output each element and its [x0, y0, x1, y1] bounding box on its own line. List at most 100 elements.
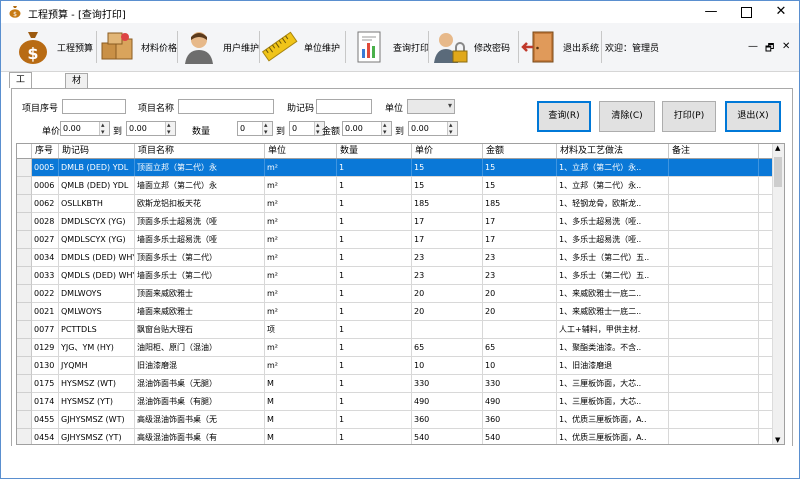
- table-cell[interactable]: 65: [412, 339, 483, 356]
- row-selector[interactable]: [17, 321, 32, 339]
- row-selector[interactable]: [17, 339, 32, 357]
- table-cell[interactable]: 混油饰面书桌（有腿）: [135, 393, 265, 410]
- toolbar-change-password-button[interactable]: 修改密码: [432, 23, 510, 71]
- table-cell[interactable]: [669, 213, 759, 230]
- table-cell[interactable]: 330: [412, 375, 483, 392]
- exit-button[interactable]: 退出(X): [725, 101, 781, 132]
- table-cell[interactable]: [669, 321, 759, 338]
- table-cell[interactable]: m²: [265, 339, 337, 356]
- table-cell[interactable]: m²: [265, 357, 337, 374]
- table-cell[interactable]: 1、来威欧雅士一底二..: [557, 285, 669, 302]
- table-cell[interactable]: JYQMH: [59, 357, 135, 374]
- column-header[interactable]: 备注: [669, 144, 759, 158]
- table-cell[interactable]: [669, 357, 759, 374]
- table-cell[interactable]: 1: [337, 321, 412, 338]
- table-cell[interactable]: [412, 321, 483, 338]
- table-cell[interactable]: 15: [412, 159, 483, 176]
- table-cell[interactable]: 高级混油饰面书桌（有: [135, 429, 265, 444]
- table-cell[interactable]: 17: [483, 213, 557, 230]
- row-selector[interactable]: [17, 303, 32, 321]
- column-header[interactable]: 单位: [265, 144, 337, 158]
- toolbar-material-price-button[interactable]: 材料价格: [99, 23, 177, 71]
- table-row[interactable]: 0175 HYSMSZ (WT) 混油饰面书桌（无腿） M 1 330 330 1、三厘板饰面…: [32, 375, 774, 393]
- row-selector[interactable]: [17, 159, 32, 177]
- table-cell[interactable]: M: [265, 375, 337, 392]
- table-cell[interactable]: 1: [337, 429, 412, 444]
- table-cell[interactable]: 1: [337, 231, 412, 248]
- table-cell[interactable]: 混油饰面书桌（无腿）: [135, 375, 265, 392]
- table-cell[interactable]: 360: [483, 411, 557, 428]
- table-cell[interactable]: 0175: [32, 375, 59, 392]
- spin-arrows-icon[interactable]: [381, 119, 391, 139]
- table-cell[interactable]: [669, 375, 759, 392]
- table-cell[interactable]: m²: [265, 303, 337, 320]
- table-cell[interactable]: 23: [483, 267, 557, 284]
- spin-arrows-icon[interactable]: [262, 119, 272, 139]
- column-header[interactable]: 单价: [412, 144, 483, 158]
- spin-arrows-icon[interactable]: [165, 119, 175, 139]
- table-cell[interactable]: 1: [337, 159, 412, 176]
- table-cell[interactable]: [669, 231, 759, 248]
- row-selector[interactable]: [17, 411, 32, 429]
- table-cell[interactable]: DMLB (DED) YDL: [59, 159, 135, 176]
- table-cell[interactable]: 1、立邦（第二代）永..: [557, 177, 669, 194]
- table-cell[interactable]: 1: [337, 393, 412, 410]
- table-cell[interactable]: 飘窗台贴大理石: [135, 321, 265, 338]
- table-cell[interactable]: 1: [337, 177, 412, 194]
- table-cell[interactable]: [669, 159, 759, 176]
- results-table[interactable]: 序号 助记码 项目名称 单位 数量 单价 金额 材料及工艺做法 备注 0005 DMLB (DED…: [16, 143, 785, 445]
- table-cell[interactable]: DMDLSCYX (YG): [59, 213, 135, 230]
- table-cell[interactable]: 墙面立邦（第二代）永: [135, 177, 265, 194]
- table-row[interactable]: 0174 HYSMSZ (YT) 混油饰面书桌（有腿） M 1 490 490 1、三厘板饰面…: [32, 393, 774, 411]
- table-cell[interactable]: 1、优质三厘板饰面，A..: [557, 411, 669, 428]
- table-cell[interactable]: 1、三厘板饰面，大芯..: [557, 393, 669, 410]
- table-cell[interactable]: m²: [265, 231, 337, 248]
- table-row[interactable]: 0129 YJG、YM (HY) 油阳柜、原门（混油） m² 1 65 65 1、聚酯类油漆。…: [32, 339, 774, 357]
- table-cell[interactable]: 1、多乐士超易洗（哑..: [557, 231, 669, 248]
- table-cell[interactable]: 1: [337, 249, 412, 266]
- column-header[interactable]: 序号: [32, 144, 59, 158]
- table-cell[interactable]: [669, 411, 759, 428]
- table-cell[interactable]: 欧斯龙铝扣板天花: [135, 195, 265, 212]
- table-cell[interactable]: m²: [265, 249, 337, 266]
- table-cell[interactable]: QMLWOYS: [59, 303, 135, 320]
- table-row[interactable]: 0022 DMLWOYS 顶面来威欧雅士 m² 1 20 20 1、来威欧雅士一底二..: [32, 285, 774, 303]
- table-cell[interactable]: [669, 393, 759, 410]
- item-number-input[interactable]: [62, 99, 126, 114]
- table-cell[interactable]: OSLLKBTH: [59, 195, 135, 212]
- table-cell[interactable]: 0062: [32, 195, 59, 212]
- price-from-stepper[interactable]: 0.00: [60, 119, 110, 139]
- table-cell[interactable]: 0034: [32, 249, 59, 266]
- table-cell[interactable]: 1: [337, 195, 412, 212]
- column-header[interactable]: 材料及工艺做法: [557, 144, 669, 158]
- row-selector[interactable]: [17, 231, 32, 249]
- toolbar-user-maintenance-button[interactable]: 用户维护: [181, 23, 259, 71]
- table-cell[interactable]: 0174: [32, 393, 59, 410]
- table-row[interactable]: 0028 DMDLSCYX (YG) 顶面多乐士超易洗（哑 m² 1 17 17 1、多乐士超…: [32, 213, 774, 231]
- table-cell[interactable]: m²: [265, 285, 337, 302]
- table-cell[interactable]: 0130: [32, 357, 59, 374]
- table-cell[interactable]: [669, 303, 759, 320]
- table-row[interactable]: 0454 GJHYSMSZ (YT) 高级混油饰面书桌（有 M 1 540 540 1、优质三…: [32, 429, 774, 444]
- clear-button[interactable]: 清除(C): [599, 101, 655, 132]
- row-selector[interactable]: [17, 177, 32, 195]
- table-cell[interactable]: 490: [483, 393, 557, 410]
- table-cell[interactable]: 1、三厘板饰面，大芯..: [557, 375, 669, 392]
- table-cell[interactable]: 1、多乐士（第二代）五..: [557, 267, 669, 284]
- table-cell[interactable]: 墙面多乐士（第二代）: [135, 267, 265, 284]
- row-selector[interactable]: [17, 375, 32, 393]
- table-cell[interactable]: 1: [337, 411, 412, 428]
- table-cell[interactable]: 0129: [32, 339, 59, 356]
- table-cell[interactable]: 1、立邦（第二代）永..: [557, 159, 669, 176]
- table-cell[interactable]: HYSMSZ (YT): [59, 393, 135, 410]
- price-to-stepper[interactable]: 0.00: [126, 119, 176, 139]
- minimize-button[interactable]: —: [693, 1, 729, 23]
- table-cell[interactable]: 顶面多乐士（第二代）: [135, 249, 265, 266]
- row-selector[interactable]: [17, 393, 32, 411]
- table-cell[interactable]: QMLB (DED) YDL: [59, 177, 135, 194]
- row-selector[interactable]: [17, 213, 32, 231]
- table-cell[interactable]: 1、轻钢龙骨，欧斯龙..: [557, 195, 669, 212]
- table-cell[interactable]: 1: [337, 303, 412, 320]
- table-cell[interactable]: m²: [265, 159, 337, 176]
- table-cell[interactable]: 540: [412, 429, 483, 444]
